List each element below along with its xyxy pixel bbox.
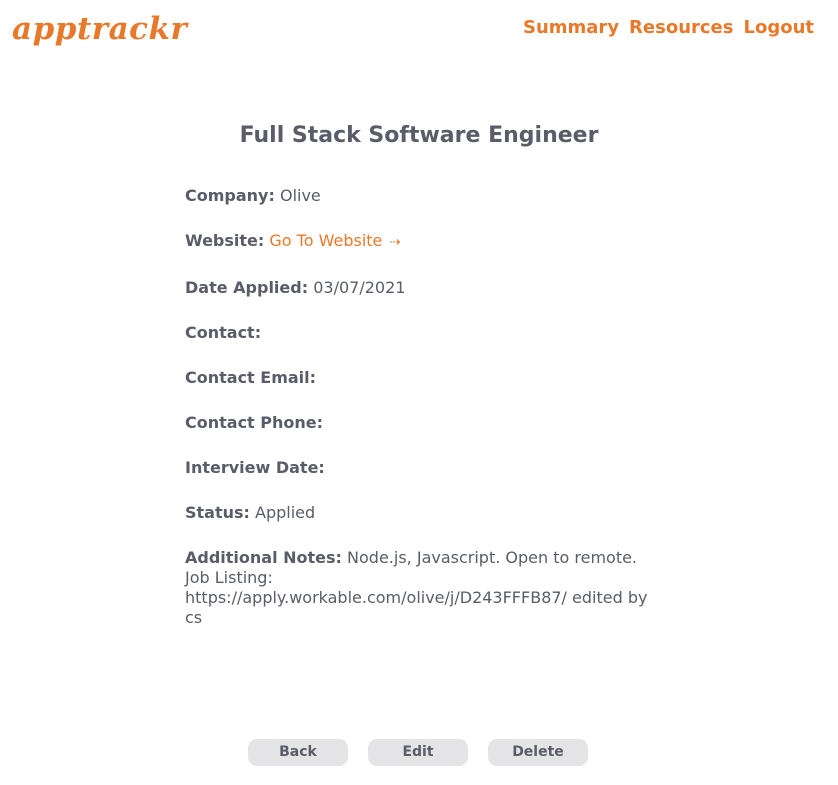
website-link[interactable]: Go To Website ⇢ [269, 231, 400, 250]
edit-button[interactable]: Edit [368, 739, 468, 766]
contact-phone-label: Contact Phone: [185, 413, 324, 432]
nav-summary-link[interactable]: Summary [523, 17, 619, 39]
website-label: Website: [185, 231, 265, 250]
back-button[interactable]: Back [248, 739, 348, 766]
contact-email-label: Contact Email: [185, 368, 317, 387]
page-title: Full Stack Software Engineer [239, 123, 599, 148]
notes-label: Additional Notes: [185, 548, 342, 567]
nav-resources-link[interactable]: Resources [629, 17, 733, 39]
interview-date-label: Interview Date: [185, 458, 325, 477]
website-link-text: Go To Website [269, 231, 383, 250]
action-buttons: Back Edit Delete [248, 739, 588, 766]
job-details: Company: Olive Website: Go To Website ⇢ … [185, 186, 655, 653]
status-row: Status: Applied [185, 503, 655, 523]
contact-email-row: Contact Email: [185, 368, 655, 388]
arrow-right-icon: ⇢ [389, 235, 401, 250]
date-applied-row: Date Applied: 03/07/2021 [185, 278, 655, 298]
company-label: Company: [185, 186, 275, 205]
contact-phone-row: Contact Phone: [185, 413, 655, 433]
notes-row: Additional Notes: Node.js, Javascript. O… [185, 548, 655, 628]
interview-date-row: Interview Date: [185, 458, 655, 478]
top-nav: Summary Resources Logout [523, 17, 814, 39]
status-label: Status: [185, 503, 250, 522]
company-value: Olive [279, 186, 321, 205]
delete-button[interactable]: Delete [488, 739, 588, 766]
status-value: Applied [255, 503, 316, 522]
app-logo[interactable]: apptrackr [12, 14, 187, 45]
contact-row: Contact: [185, 323, 655, 343]
nav-logout-link[interactable]: Logout [743, 17, 814, 39]
date-applied-label: Date Applied: [185, 278, 309, 297]
contact-label: Contact: [185, 323, 262, 342]
company-row: Company: Olive [185, 186, 655, 206]
job-detail-page: apptrackr Summary Resources Logout Full … [0, 0, 838, 785]
date-applied-value: 03/07/2021 [313, 278, 406, 297]
website-row: Website: Go To Website ⇢ [185, 231, 655, 253]
